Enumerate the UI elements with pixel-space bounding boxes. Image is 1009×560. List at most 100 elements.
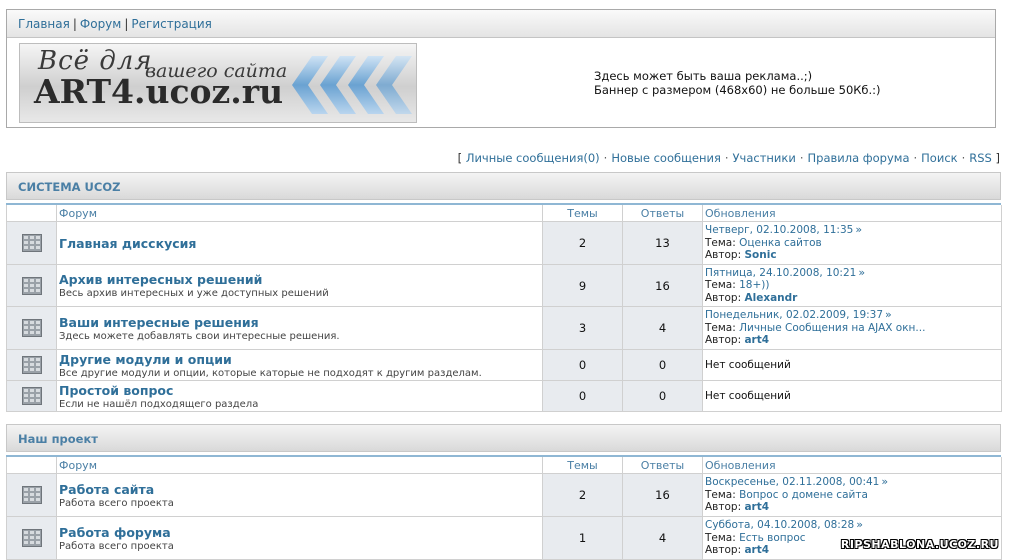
top-navigation: Главная | Форум | Регистрация xyxy=(7,10,995,38)
forum-icon-cell xyxy=(6,349,57,381)
forum-info-cell: Главная дисскусия xyxy=(56,221,543,265)
forum-info-cell: Архив интересных решений Весь архив интер… xyxy=(56,264,543,307)
topics-count: 1 xyxy=(542,516,623,560)
go-to-last-post-icon[interactable]: » xyxy=(856,518,863,532)
table-header-row: Форум Темы Ответы Обновления xyxy=(6,457,1002,474)
no-messages-text: Нет сообщений xyxy=(705,389,791,402)
site-logo[interactable]: Всё для вашего сайта ART4.ucoz.ru xyxy=(19,43,417,123)
forum-rules-link[interactable]: Правила форума xyxy=(808,151,910,165)
ad-line-2: Баннер с размером (468x60) не больше 50К… xyxy=(594,83,881,97)
forum-title-link[interactable]: Простой вопрос xyxy=(59,383,540,398)
forum-description: Здесь можете добавлять свои интересные р… xyxy=(59,330,340,342)
topic-label: Тема: xyxy=(705,279,736,292)
go-to-last-post-icon[interactable]: » xyxy=(881,475,888,489)
bracket-open: [ xyxy=(457,151,463,165)
last-update-cell: Четверг, 02.10.2008, 11:35» Тема: Оценка… xyxy=(702,221,1002,265)
forum-description: Работа всего проекта xyxy=(59,497,174,509)
last-update-cell: Воскресенье, 02.11.2008, 00:41» Тема: Во… xyxy=(702,473,1002,517)
last-update-cell: Нет сообщений xyxy=(702,349,1002,381)
last-topic-link[interactable]: Оценка сайтов xyxy=(739,237,822,249)
last-topic-link[interactable]: Вопрос о домене сайта xyxy=(739,489,868,501)
replies-count: 13 xyxy=(622,221,703,265)
table-row: Работа сайта Работа всего проекта 2 16 Во… xyxy=(6,473,1002,517)
forum-icon-cell xyxy=(6,221,57,265)
rss-link[interactable]: RSS xyxy=(969,151,992,165)
last-author-link[interactable]: art4 xyxy=(744,501,769,513)
last-post-date-link[interactable]: Воскресенье, 02.11.2008, 00:41 xyxy=(705,476,879,488)
ad-line-1: Здесь может быть ваша реклама..;) xyxy=(594,69,813,83)
forum-grid-icon xyxy=(21,234,42,252)
new-messages-link[interactable]: Новые сообщения xyxy=(611,151,721,165)
topics-count: 0 xyxy=(542,349,623,381)
forum-title-link[interactable]: Работа форума xyxy=(59,525,540,540)
forum-description: Работа всего проекта xyxy=(59,540,174,552)
search-link[interactable]: Поиск xyxy=(921,151,957,165)
table-header-row: Форум Темы Ответы Обновления xyxy=(6,205,1002,222)
link-separator: · xyxy=(961,151,966,165)
table-row: Ваши интересные решения Здесь можете доба… xyxy=(6,306,1002,350)
go-to-last-post-icon[interactable]: » xyxy=(885,308,892,322)
category-title-text: СИСТЕМА UCOZ xyxy=(18,180,121,194)
forum-title-link[interactable]: Ваши интересные решения xyxy=(59,315,540,330)
last-update-cell: Понедельник, 02.02.2009, 19:37» Тема: Ли… xyxy=(702,306,1002,350)
last-update-cell: Нет сообщений xyxy=(702,380,1002,412)
last-topic-link[interactable]: 18+)) xyxy=(739,279,769,291)
forum-icon-cell xyxy=(6,380,57,412)
nav-home-link[interactable]: Главная xyxy=(18,17,70,31)
author-label: Автор: xyxy=(705,291,742,304)
forum-icon-cell xyxy=(6,473,57,517)
forum-info-cell: Работа форума Работа всего проекта xyxy=(56,516,543,560)
author-label: Автор: xyxy=(705,544,742,557)
last-post-date-link[interactable]: Понедельник, 02.02.2009, 19:37 xyxy=(705,309,883,321)
user-links-bar: [ Личные сообщения(0) · Новые сообщения · Уч… xyxy=(458,151,1000,165)
table-row: Архив интересных решений Весь архив интер… xyxy=(6,264,1002,307)
forum-grid-icon xyxy=(21,387,42,405)
link-separator: · xyxy=(799,151,804,165)
last-author-link[interactable]: art4 xyxy=(744,334,769,346)
last-author-link[interactable]: art4 xyxy=(744,544,769,556)
forum-title-link[interactable]: Архив интересных решений xyxy=(59,272,540,287)
last-post-date-link[interactable]: Четверг, 02.10.2008, 11:35 xyxy=(705,224,853,236)
last-topic-link[interactable]: Есть вопрос xyxy=(739,532,805,544)
forum-info-cell: Простой вопрос Если не нашёл подходящего … xyxy=(56,380,543,412)
bracket-close: ] xyxy=(995,151,1001,165)
topic-label: Тема: xyxy=(705,321,736,334)
header-icon-col xyxy=(6,457,57,474)
forum-info-cell: Другие модули и опции Все другие модули и… xyxy=(56,349,543,381)
category-title[interactable]: СИСТЕМА UCOZ xyxy=(6,172,1001,200)
last-post-date-link[interactable]: Пятница, 24.10.2008, 10:21 xyxy=(705,267,856,279)
forum-grid-icon xyxy=(21,529,42,547)
page: Главная | Форум | Регистрация Всё для вашего… xyxy=(0,0,1009,560)
header-topics: Темы xyxy=(542,205,623,222)
forum-title-link[interactable]: Работа сайта xyxy=(59,482,540,497)
go-to-last-post-icon[interactable]: » xyxy=(858,266,865,279)
forum-grid-icon xyxy=(21,486,42,504)
category-ucoz-system: СИСТЕМА UCOZ Форум Темы Ответы Обновлени… xyxy=(6,172,1002,412)
header-updates: Обновления xyxy=(702,205,1002,222)
topics-count: 3 xyxy=(542,306,623,350)
link-separator: · xyxy=(603,151,608,165)
category-title[interactable]: Наш проект xyxy=(6,424,1001,452)
logo-line-3: ART4.ucoz.ru xyxy=(34,72,284,111)
go-to-last-post-icon[interactable]: » xyxy=(855,223,862,237)
last-author-link[interactable]: Alexandr xyxy=(744,292,797,304)
topics-count: 2 xyxy=(542,473,623,517)
forum-title-link[interactable]: Главная дисскусия xyxy=(59,236,540,251)
topics-count: 9 xyxy=(542,264,623,307)
nav-separator: | xyxy=(72,17,77,31)
header-forum: Форум xyxy=(56,457,543,474)
last-update-cell: Пятница, 24.10.2008, 10:21» Тема: 18+)) … xyxy=(702,264,1002,307)
author-label: Автор: xyxy=(705,249,742,262)
last-post-date-link[interactable]: Суббота, 04.10.2008, 08:28 xyxy=(705,519,854,531)
table-row: Простой вопрос Если не нашёл подходящего … xyxy=(6,380,1002,412)
members-link[interactable]: Участники xyxy=(733,151,796,165)
nav-register-link[interactable]: Регистрация xyxy=(131,17,211,31)
forum-info-cell: Работа сайта Работа всего проекта xyxy=(56,473,543,517)
nav-forum-link[interactable]: Форум xyxy=(80,17,121,31)
forum-icon-cell xyxy=(6,516,57,560)
replies-count: 16 xyxy=(622,264,703,307)
last-topic-link[interactable]: Личные Сообщения на AJAX окн... xyxy=(739,322,925,334)
forum-title-link[interactable]: Другие модули и опции xyxy=(59,352,540,367)
last-author-link[interactable]: Sonic xyxy=(744,249,776,261)
private-messages-link[interactable]: Личные сообщения(0) xyxy=(466,151,600,165)
